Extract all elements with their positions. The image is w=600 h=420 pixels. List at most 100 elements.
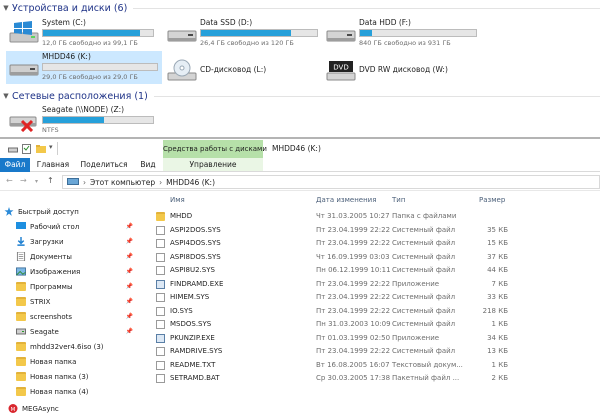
- address-bar[interactable]: › Этот компьютер › MHDD46 (K:): [62, 175, 600, 189]
- drive-usage-fill: [43, 117, 104, 123]
- file-name: SETRAMD.BAT: [170, 374, 220, 382]
- pin-icon[interactable]: 📌: [126, 238, 133, 245]
- drive-c[interactable]: System (C:) 12,0 ГБ свободно из 99,1 ГБ: [8, 17, 160, 49]
- tab-home[interactable]: Главная: [32, 158, 74, 172]
- back-arrow-icon[interactable]: ←: [6, 176, 13, 185]
- file-type: Системный файл: [392, 225, 456, 234]
- nav-desktop[interactable]: Рабочий стол 📌: [16, 219, 145, 234]
- column-header-name[interactable]: Имя: [170, 196, 185, 204]
- drive-l[interactable]: CD-дисковод (L:): [166, 55, 306, 87]
- file-row[interactable]: ASPI8U2.SYS Пн 06.12.1999 10:11 Системный …: [152, 264, 600, 277]
- devices-header-label: Устройства и диски (6): [12, 2, 128, 14]
- properties-icon[interactable]: [22, 144, 31, 154]
- file-type: Системный файл: [392, 266, 456, 274]
- nav-quick-access[interactable]: Быстрый доступ: [4, 204, 149, 219]
- system-file-icon: [156, 266, 165, 275]
- pin-icon[interactable]: 📌: [126, 328, 133, 335]
- nav-strix[interactable]: STRIX 📌: [16, 294, 145, 309]
- pin-icon[interactable]: 📌: [126, 268, 133, 275]
- dvd-drive-icon: DVD: [326, 61, 356, 81]
- file-row[interactable]: ASPI2DOS.SYS Пт 23.04.1999 22:22 Системный…: [152, 224, 600, 237]
- file-date: Ср 30.03.2005 17:38: [316, 374, 391, 382]
- hard-drive-icon: [326, 30, 356, 42]
- nav-new-folder[interactable]: Новая папка: [16, 354, 145, 369]
- pin-icon[interactable]: 📌: [126, 283, 133, 290]
- file-row[interactable]: FINDRAMD.EXE Пт 23.04.1999 22:22 Приложени…: [152, 278, 600, 291]
- drive-k[interactable]: MHDD46 (K:) 29,0 ГБ свободно из 29,0 ГБ: [6, 51, 162, 84]
- file-name: FINDRAMD.EXE: [170, 279, 224, 288]
- new-folder-icon[interactable]: [36, 144, 46, 153]
- file-size: 13 КБ: [487, 347, 508, 355]
- navigation-pane: Быстрый доступ Рабочий стол 📌 Загрузки 📌…: [0, 200, 145, 420]
- forward-arrow-icon[interactable]: →: [20, 176, 27, 185]
- file-type: Системный файл: [392, 252, 456, 261]
- recent-dropdown-icon[interactable]: ▾: [35, 178, 38, 185]
- file-row[interactable]: README.TXT Вт 16.08.2005 16:07 Текстовый д…: [152, 359, 600, 372]
- drive-z[interactable]: Seagate (\\NODE) (Z:) NTFS: [8, 104, 158, 136]
- header-divider: [153, 95, 600, 97]
- column-header-size[interactable]: Размер: [479, 196, 505, 204]
- file-row[interactable]: IO.SYS Пт 23.04.1999 22:22 Системный файл 2…: [152, 305, 600, 318]
- file-size: 1 КБ: [491, 320, 508, 328]
- file-row[interactable]: SETRAMD.BAT Ср 30.03.2005 17:38 Пакетный ф…: [152, 372, 600, 385]
- column-header-date[interactable]: Дата изменения: [316, 196, 376, 204]
- nav-documents[interactable]: Документы 📌: [16, 249, 145, 264]
- cd-drive-icon: [167, 59, 197, 81]
- tab-manage[interactable]: Управление: [163, 158, 263, 172]
- system-file-icon: [156, 347, 165, 356]
- file-size: 34 КБ: [487, 333, 508, 342]
- file-size: 7 КБ: [491, 279, 508, 288]
- file-date: Пт 23.04.1999 22:22: [316, 306, 391, 315]
- folder-icon: [16, 387, 26, 396]
- pin-icon[interactable]: 📌: [126, 313, 133, 320]
- drive-w[interactable]: DVD DVD RW дисковод (W:): [325, 55, 485, 87]
- file-name: RAMDRIVE.SYS: [170, 347, 223, 355]
- system-file-icon: [156, 320, 165, 329]
- nav-programs[interactable]: Программы 📌: [16, 279, 145, 294]
- nav-mhdd-iso[interactable]: mhdd32ver4.6iso (3): [16, 339, 145, 354]
- drive-name: Seagate (\\NODE) (Z:): [42, 105, 125, 114]
- application-icon: [156, 333, 165, 343]
- context-group-label: Средства работы с дисками: [163, 140, 267, 158]
- title-bar: ▾ MHDD46 (K:): [0, 140, 600, 158]
- up-arrow-icon[interactable]: ↑: [47, 176, 54, 185]
- drive-usage-bar: [200, 29, 318, 37]
- nav-new-folder-3[interactable]: Новая папка (3): [16, 369, 145, 384]
- drive-f[interactable]: Data HDD (F:) 840 ГБ свободно из 931 ГБ: [325, 17, 485, 49]
- nav-screenshots[interactable]: screenshots 📌: [16, 309, 145, 324]
- breadcrumb-drive[interactable]: MHDD46 (K:): [166, 178, 215, 187]
- nav-images[interactable]: Изображения 📌: [16, 264, 145, 279]
- nav-new-folder-4[interactable]: Новая папка (4): [16, 384, 145, 399]
- pin-icon[interactable]: 📌: [126, 253, 133, 260]
- file-date: Чт 31.03.2005 10:27: [316, 212, 390, 220]
- devices-header[interactable]: ▼ Устройства и диски (6): [0, 1, 600, 15]
- file-row[interactable]: HIMEM.SYS Пт 23.04.1999 22:22 Системный фа…: [152, 291, 600, 304]
- download-icon: [17, 237, 25, 246]
- column-header-type[interactable]: Тип: [392, 196, 405, 204]
- file-row[interactable]: ASPI8DOS.SYS Чт 16.09.1999 03:03 Системный…: [152, 251, 600, 264]
- nav-downloads[interactable]: Загрузки 📌: [16, 234, 145, 249]
- pin-icon[interactable]: 📌: [126, 223, 133, 230]
- tab-view[interactable]: Вид: [134, 158, 162, 172]
- file-row[interactable]: ASPI4DOS.SYS Пт 23.04.1999 22:22 Системный…: [152, 237, 600, 250]
- folder-icon: [156, 212, 165, 221]
- system-file-icon: [156, 306, 165, 316]
- file-row[interactable]: RAMDRIVE.SYS Пт 23.04.1999 22:22 Системный…: [152, 345, 600, 358]
- nav-label: Программы: [30, 282, 73, 291]
- nav-seagate[interactable]: Seagate 📌: [16, 324, 145, 339]
- file-row[interactable]: PKUNZIP.EXE Пт 01.03.1999 02:50 Приложение…: [152, 332, 600, 345]
- file-row[interactable]: MHDD Чт 31.03.2005 10:27 Папка с файлами: [152, 210, 600, 223]
- qat-dropdown-icon[interactable]: ▾: [49, 143, 53, 151]
- file-type: Системный файл: [392, 239, 456, 247]
- nav-label: Быстрый доступ: [18, 207, 79, 216]
- nav-megasync[interactable]: M MEGAsync: [8, 401, 145, 416]
- drive-d[interactable]: Data SSD (D:) 26,4 ГБ свободно из 120 ГБ: [166, 17, 324, 49]
- tab-file[interactable]: Файл: [0, 158, 30, 172]
- breadcrumb-this-pc[interactable]: Этот компьютер: [90, 178, 155, 187]
- tab-share[interactable]: Поделиться: [76, 158, 132, 172]
- drive-info: 840 ГБ свободно из 931 ГБ: [359, 39, 451, 47]
- network-header[interactable]: ▼ Сетевые расположения (1): [0, 89, 600, 103]
- desktop-icon: [16, 222, 26, 229]
- pin-icon[interactable]: 📌: [126, 298, 133, 305]
- file-row[interactable]: MSDOS.SYS Пн 31.03.2003 10:09 Системный фа…: [152, 318, 600, 331]
